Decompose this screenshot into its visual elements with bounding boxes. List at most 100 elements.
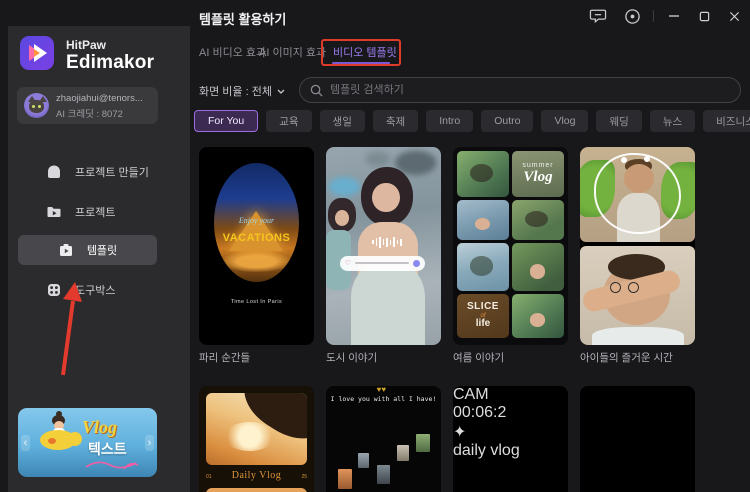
template-card-bw-collage[interactable]	[580, 386, 695, 492]
chip-for-you[interactable]: For You	[194, 110, 258, 132]
card-art-kid-top-photo	[580, 147, 695, 242]
account-credits: AI 크레딧 : 8072	[56, 106, 123, 120]
card-overlay-love-text: I love you with all I have!	[326, 395, 441, 403]
page-title: 템플릿 활용하기	[199, 9, 286, 28]
search-input[interactable]	[330, 84, 730, 96]
template-card-summer-story[interactable]: summer Vlog SLICE of life	[453, 147, 568, 345]
template-card-city-story[interactable]: ♡	[326, 147, 441, 345]
card-art-send-dot	[413, 260, 420, 267]
sidebar: HitPaw Edimakor zhaojiahui@tenors... AI …	[8, 26, 190, 492]
card-art-mini-photo	[397, 445, 409, 461]
app-window: HitPaw Edimakor zhaojiahui@tenors... AI …	[0, 0, 750, 492]
card-art-second-photo	[206, 488, 307, 492]
sidebar-item-projects[interactable]: 프로젝트	[18, 197, 157, 227]
sidebar-item-label: 프로젝트	[75, 204, 115, 220]
slice-text: SLICE	[467, 302, 499, 313]
card-art-sun-glow	[224, 422, 275, 451]
sidebar-item-label: 템플릿	[87, 242, 117, 258]
card-art-figure	[525, 211, 548, 227]
card-overlay-headline: VACATIONS	[199, 232, 314, 244]
minimize-button[interactable]	[664, 7, 684, 25]
close-button[interactable]	[724, 7, 744, 25]
template-card-daily-vlog-girl[interactable]: CAM 00:06:2 ✦ daily vlog	[453, 386, 568, 492]
feedback-icon[interactable]	[588, 7, 608, 25]
banner-vlog-text: Vlog	[82, 417, 117, 438]
card-art-photo-tile	[457, 200, 509, 240]
card-art-mini-photo	[338, 469, 352, 489]
tab-ai-image-effects[interactable]: AI 이미지 효과	[259, 44, 326, 60]
card-overlay-number: 25	[301, 474, 307, 480]
card-art-figure	[530, 313, 546, 326]
maximize-button[interactable]	[694, 7, 714, 25]
card-art-figure	[530, 264, 546, 278]
annotation-arrow	[58, 282, 86, 380]
card-art-kid-bottom-photo	[580, 246, 695, 345]
vlog-word: vlog	[490, 442, 519, 459]
category-chip-row: For You 교육 생일 축제 Intro Outro Vlog 웨딩 뉴스 …	[194, 110, 750, 132]
annotation-red-box	[321, 39, 401, 66]
card-art-girl1-face	[372, 183, 400, 213]
vlog-script-text: Vlog	[523, 169, 552, 186]
card-overlay-script-text: Enjoy your	[199, 216, 314, 225]
card-art-sparkle: ✦	[453, 422, 568, 442]
template-card-daily-vlog-hands[interactable]: Daily Vlog 01 25	[199, 386, 314, 492]
card-art-figure	[470, 256, 493, 275]
card-art-figure	[475, 218, 491, 230]
card-overlay-caption: Time Lost In Paris	[199, 299, 314, 305]
banner-subtitle: 텍스트	[88, 439, 127, 459]
account-email: zhaojiahui@tenors...	[56, 93, 143, 104]
card-art-doodle-cloud	[594, 153, 681, 235]
search-icon	[310, 84, 323, 97]
card-art-doodle-dot	[621, 157, 627, 163]
card-art-summer-vlog-tile: summer Vlog	[512, 151, 564, 197]
avatar-cat-eye	[32, 105, 35, 108]
banner-prev-button[interactable]: ‹	[21, 435, 30, 451]
tab-ai-video-effects[interactable]: AI 비디오 효과	[199, 44, 266, 60]
chip-festival[interactable]: 축제	[373, 110, 418, 132]
chip-birthday[interactable]: 생일	[320, 110, 365, 132]
template-title: 파리 순간들	[199, 350, 250, 365]
chip-outro[interactable]: Outro	[481, 110, 533, 132]
summer-text: summer	[522, 162, 553, 169]
daily-word: daily	[453, 442, 490, 459]
template-card-paris-moments[interactable]: Enjoy your VACATIONS Time Lost In Paris	[199, 147, 314, 345]
avatar-cat-eye	[38, 105, 41, 108]
card-overlay-number: 01	[206, 474, 212, 480]
banner-duck-beak	[48, 438, 56, 444]
brand-name-top: HitPaw	[66, 38, 106, 52]
template-card-kids-fun-time[interactable]	[580, 147, 695, 345]
card-art-doodle-dot	[644, 156, 650, 162]
template-card-love-collage[interactable]: ♥♥ I love you with all I have!	[326, 386, 441, 492]
card-art-photo-tile	[512, 200, 564, 240]
aspect-ratio-dropdown[interactable]: 화면 비율 : 전체	[199, 83, 285, 99]
card-art-photo-tile	[512, 243, 564, 291]
card-overlay-timestamp: 00:06:2	[453, 404, 568, 422]
sidebar-item-create-project[interactable]: 프로젝트 만들기	[18, 157, 157, 187]
titlebar-divider	[653, 10, 654, 22]
record-icon[interactable]	[622, 7, 642, 25]
sidebar-item-templates[interactable]: 템플릿	[18, 235, 157, 265]
chip-intro[interactable]: Intro	[426, 110, 473, 132]
banner-next-button[interactable]: ›	[145, 435, 154, 451]
aspect-ratio-label: 화면 비율 : 전체	[199, 83, 272, 99]
banner-squiggle	[84, 457, 140, 471]
chip-vlog[interactable]: Vlog	[541, 110, 588, 132]
templates-box-icon	[58, 242, 74, 258]
chip-news[interactable]: 뉴스	[650, 110, 695, 132]
card-art-sunset-photo	[206, 393, 307, 465]
account-card[interactable]: zhaojiahui@tenors... AI 크레딧 : 8072	[17, 87, 158, 124]
card-overlay-cam-label: CAM	[453, 386, 568, 404]
search-bar[interactable]	[299, 77, 741, 103]
chip-wedding[interactable]: 웨딩	[596, 110, 641, 132]
card-art-mini-photo	[416, 434, 430, 452]
card-art-audio-waveform	[372, 236, 402, 248]
chip-education[interactable]: 교육	[266, 110, 311, 132]
card-art-figure	[470, 164, 493, 182]
life-text: life	[476, 319, 490, 330]
promo-banner[interactable]: Vlog 텍스트 ‹ ›	[18, 408, 157, 477]
avatar	[24, 93, 49, 118]
card-art-glow	[222, 251, 290, 272]
banner-duck-float	[68, 432, 82, 446]
sidebar-item-toolbox[interactable]: 도구박스	[18, 275, 157, 305]
chip-business[interactable]: 비즈니스	[703, 110, 750, 132]
